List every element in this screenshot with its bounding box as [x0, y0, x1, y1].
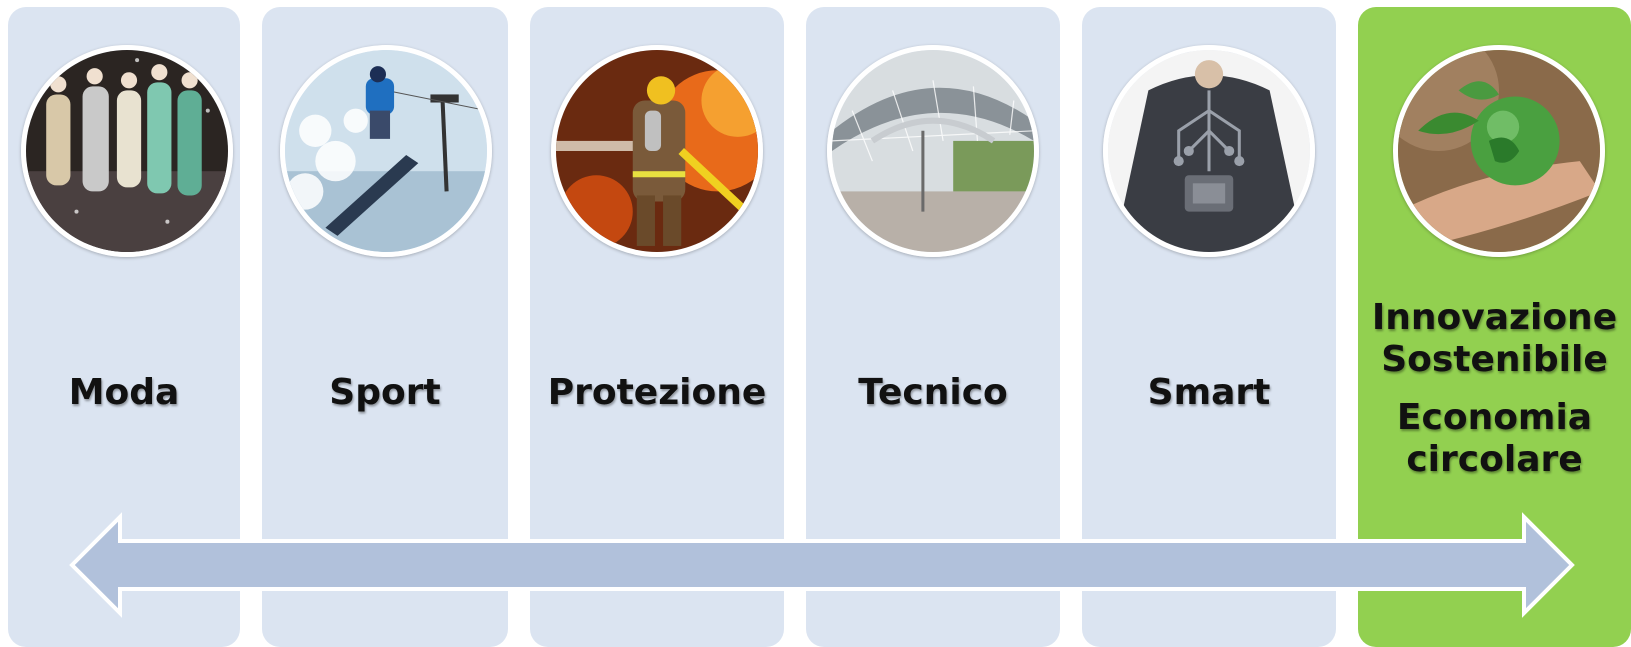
double-arrow-icon — [69, 512, 1575, 618]
double-arrow-shape — [69, 512, 1575, 618]
